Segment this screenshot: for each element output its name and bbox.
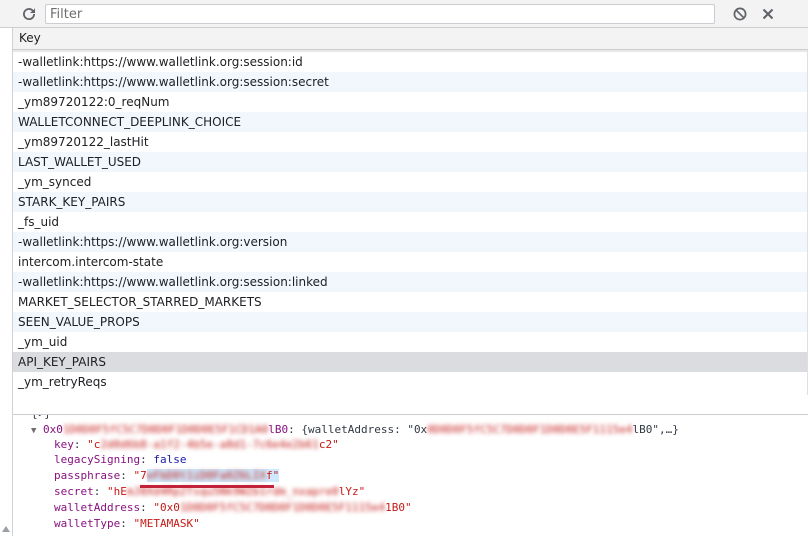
table-row[interactable]: -walletlink:https://www.walletlink.org:s…	[13, 72, 808, 92]
table-row[interactable]: MARKET_SELECTOR_STARRED_MARKETS	[13, 292, 808, 312]
column-header-key-label: Key	[19, 31, 41, 45]
preview-field-wallet-address: walletAddress: "0x01D0D0F5fC5C7D0D0F1D0D…	[54, 501, 412, 514]
annotation-underline	[140, 485, 274, 488]
table-row[interactable]: _ym_uid	[13, 332, 808, 352]
table-row[interactable]: _ym_synced	[13, 172, 808, 192]
refresh-icon[interactable]	[20, 5, 38, 23]
table-row[interactable]: SEEN_VALUE_PROPS	[13, 312, 808, 332]
preview-field-wallet-type: walletType: "METAMASK"	[54, 517, 200, 530]
redacted-text: eFbD0t1iD0Fa0Z6LIX	[146, 469, 266, 482]
table-row[interactable]: _ym89720122_lastHit	[13, 132, 808, 152]
table-row[interactable]: _ym_retryReqs	[13, 372, 808, 392]
table-rows: -walletlink:https://www.walletlink.org:s…	[13, 50, 808, 395]
table-row-selected[interactable]: API_KEY_PAIRS	[13, 352, 808, 372]
redacted-text: 1D0D0F5fC5C7D0D0F1D0D0E5F1CD1A0	[62, 423, 269, 436]
table-row[interactable]: -walletlink:https://www.walletlink.org:s…	[13, 52, 808, 72]
preview-partial-line: {▸}	[31, 415, 51, 421]
table-row[interactable]: _ym89720122:0_reqNum	[13, 92, 808, 112]
redacted-text: 2d0d6b8-a1f2-4b5e-a8d1-7c6e4e2b61	[100, 438, 319, 451]
table-row[interactable]: -walletlink:https://www.walletlink.org:s…	[13, 272, 808, 292]
column-header-key[interactable]: Key	[13, 28, 808, 50]
table-row[interactable]: _fs_uid	[13, 212, 808, 232]
table-row[interactable]: LAST_WALLET_USED	[13, 152, 808, 172]
preview-field-key: key: "c2d0d6b8-a1f2-4b5e-a8d1-7c6e4e2b61…	[54, 438, 339, 451]
redacted-text: 1D0D0F5fC5C7D0D0F1D0D0E5F1115e4	[179, 501, 386, 514]
preview-entry-line[interactable]: ▼ 0x01D0D0F5fC5C7D0D0F1D0D0E5F1CD1A0lB0:…	[31, 422, 679, 437]
table-row[interactable]: WALLETCONNECT_DEEPLINK_CHOICE	[13, 112, 808, 132]
table-row[interactable]: -walletlink:https://www.walletlink.org:v…	[13, 232, 808, 252]
preview-field-passphrase: passphrase: "7eFbD0t1iD0Fa0Z6LIXf"	[54, 469, 280, 482]
scroll-arrow-icon[interactable]	[0, 522, 12, 536]
preview-field-legacy-signing: legacySigning: false	[54, 453, 187, 466]
redacted-text: 0D0D0F5fC5C7D0D0F1D0D0E5F1115e4	[427, 423, 633, 436]
close-icon[interactable]	[759, 5, 777, 23]
triangle-expanded-icon[interactable]: ▼	[31, 426, 36, 436]
value-preview: {▸} ▼ 0x01D0D0F5fC5C7D0D0F1D0D0E5F1CD1A0…	[13, 415, 808, 536]
storage-table: Key -walletlink:https://www.walletlink.o…	[13, 28, 808, 395]
empty-table-area	[13, 395, 808, 415]
filter-input[interactable]	[45, 4, 715, 24]
table-row[interactable]: intercom.intercom-state	[13, 252, 808, 272]
clear-all-icon[interactable]	[731, 5, 749, 23]
table-row[interactable]: STARK_KEY_PAIRS	[13, 192, 808, 212]
storage-toolbar	[0, 0, 808, 28]
